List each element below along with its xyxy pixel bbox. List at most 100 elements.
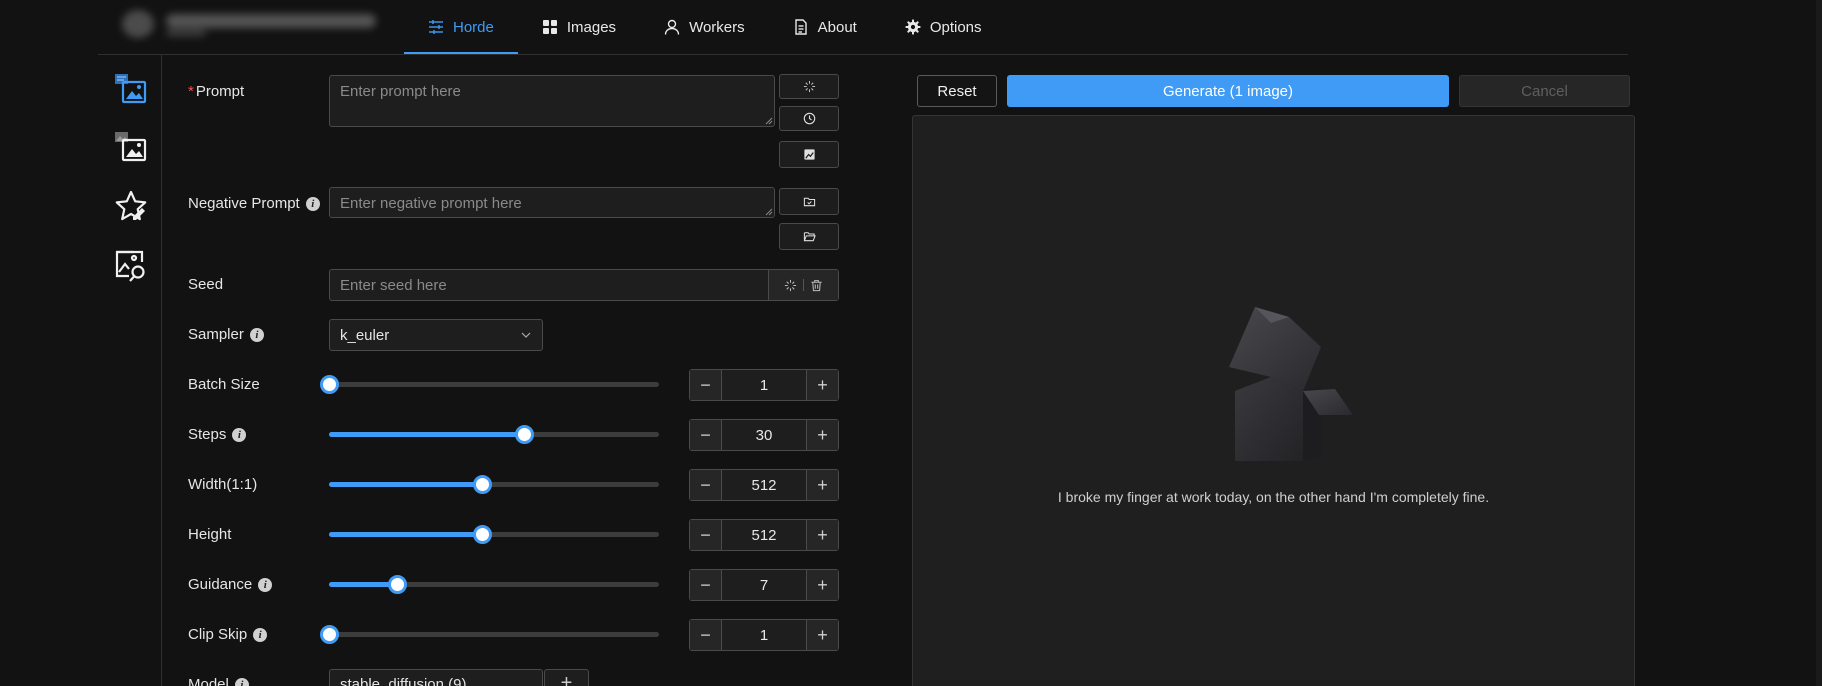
increment-button[interactable]: + <box>806 420 838 450</box>
steps-stepper: − 30 + <box>689 419 839 451</box>
save-negative-prompt-button[interactable] <box>779 188 839 215</box>
random-seed-icon[interactable] <box>784 279 797 292</box>
model-add-button[interactable]: + <box>544 669 589 686</box>
height-label-text: Height <box>188 526 232 543</box>
tab-about[interactable]: About <box>769 0 881 54</box>
steps-slider[interactable] <box>329 424 659 444</box>
info-icon[interactable]: i <box>258 577 273 592</box>
guidance-label: Guidance i <box>188 576 273 593</box>
decrement-button[interactable]: − <box>690 620 722 650</box>
model-label: Model i <box>188 676 249 686</box>
sampler-label-text: Sampler <box>188 326 244 343</box>
sidebar-item-interrogate[interactable] <box>114 249 148 283</box>
guidance-value[interactable]: 7 <box>722 570 806 600</box>
tab-horde[interactable]: Horde <box>404 0 518 54</box>
increment-button[interactable]: + <box>806 520 838 550</box>
resize-grip-icon[interactable] <box>765 208 773 216</box>
tab-label: About <box>817 18 857 36</box>
increment-button[interactable]: + <box>806 620 838 650</box>
increment-button[interactable]: + <box>806 470 838 500</box>
tab-workers[interactable]: Workers <box>640 0 769 54</box>
info-icon[interactable]: i <box>305 196 320 211</box>
width-label-text: Width(1:1) <box>188 476 258 493</box>
clip-skip-slider[interactable] <box>320 624 659 644</box>
increment-button[interactable]: + <box>806 370 838 400</box>
negative-prompt-input[interactable] <box>329 187 775 218</box>
seed-field <box>329 269 839 301</box>
slider-handle[interactable] <box>473 475 493 494</box>
width-stepper: − 512 + <box>689 469 839 501</box>
clip-skip-stepper: − 1 + <box>689 619 839 651</box>
batch-size-stepper: − 1 + <box>689 369 839 401</box>
seed-label: Seed <box>188 276 223 293</box>
batch-size-value[interactable]: 1 <box>722 370 806 400</box>
resize-grip-icon[interactable] <box>765 117 773 125</box>
slider-handle[interactable] <box>387 575 407 594</box>
guidance-label-text: Guidance <box>188 576 253 593</box>
empty-box-icon <box>1229 307 1353 461</box>
prompt-input[interactable] <box>329 75 775 127</box>
slider-fill <box>329 582 397 587</box>
batch-size-slider[interactable] <box>320 374 659 394</box>
tab-options[interactable]: Options <box>881 0 1006 54</box>
sidebar-item-rating[interactable] <box>114 190 148 224</box>
result-panel: I broke my finger at work today, on the … <box>912 115 1635 686</box>
decrement-button[interactable]: − <box>690 520 722 550</box>
info-icon[interactable]: i <box>249 327 264 342</box>
style-preset-button[interactable] <box>779 141 839 168</box>
required-mark: * <box>188 83 194 100</box>
trash-icon[interactable] <box>810 279 823 292</box>
sidebar <box>98 55 162 686</box>
clip-skip-value[interactable]: 1 <box>722 620 806 650</box>
magic-prompt-button[interactable] <box>779 74 839 99</box>
info-icon[interactable]: i <box>234 677 249 686</box>
folder-open-icon <box>803 232 816 242</box>
sampler-select[interactable]: k_euler <box>329 319 543 351</box>
width-value[interactable]: 512 <box>722 470 806 500</box>
model-select[interactable]: stable_diffusion (9) <box>329 669 543 686</box>
sidebar-item-image-to-image[interactable] <box>114 130 148 164</box>
divider <box>803 279 804 291</box>
prompt-history-button[interactable] <box>779 106 839 131</box>
gear-icon <box>905 19 921 35</box>
seed-label-text: Seed <box>188 276 224 293</box>
decrement-button[interactable]: − <box>690 470 722 500</box>
slider-fill <box>329 532 483 537</box>
slider-handle[interactable] <box>320 375 339 394</box>
header-divider <box>98 54 1628 55</box>
height-stepper: − 512 + <box>689 519 839 551</box>
decrement-button[interactable]: − <box>690 420 722 450</box>
sidebar-item-text-to-image[interactable] <box>114 72 148 106</box>
height-slider[interactable] <box>329 524 659 544</box>
cancel-button: Cancel <box>1459 75 1630 107</box>
info-icon[interactable]: i <box>232 427 247 442</box>
batch-size-label-text: Batch Size <box>188 376 260 393</box>
seed-input[interactable] <box>330 270 768 300</box>
width-slider[interactable] <box>329 474 659 494</box>
slider-handle[interactable] <box>473 525 493 544</box>
slider-rail <box>329 382 659 387</box>
steps-value[interactable]: 30 <box>722 420 806 450</box>
height-label: Height <box>188 526 231 543</box>
reset-button[interactable]: Reset <box>917 75 997 107</box>
height-value[interactable]: 512 <box>722 520 806 550</box>
batch-size-label: Batch Size <box>188 376 260 393</box>
guidance-stepper: − 7 + <box>689 569 839 601</box>
slider-handle[interactable] <box>320 625 339 644</box>
negative-prompt-label-text: Negative Prompt <box>188 195 300 212</box>
increment-button[interactable]: + <box>806 570 838 600</box>
page-scrollbar[interactable] <box>1816 0 1822 686</box>
prompt-label: * Prompt <box>188 83 244 100</box>
slider-handle[interactable] <box>514 425 534 444</box>
guidance-slider[interactable] <box>329 574 659 594</box>
app-logo[interactable] <box>118 6 388 42</box>
document-icon <box>794 19 807 35</box>
model-value: stable_diffusion (9) <box>340 676 467 686</box>
model-label-text: Model <box>188 676 229 686</box>
info-icon[interactable]: i <box>253 627 268 642</box>
tab-images[interactable]: Images <box>518 0 640 54</box>
decrement-button[interactable]: − <box>690 370 722 400</box>
decrement-button[interactable]: − <box>690 570 722 600</box>
generate-button[interactable]: Generate (1 image) <box>1007 75 1449 107</box>
load-negative-prompt-button[interactable] <box>779 223 839 250</box>
